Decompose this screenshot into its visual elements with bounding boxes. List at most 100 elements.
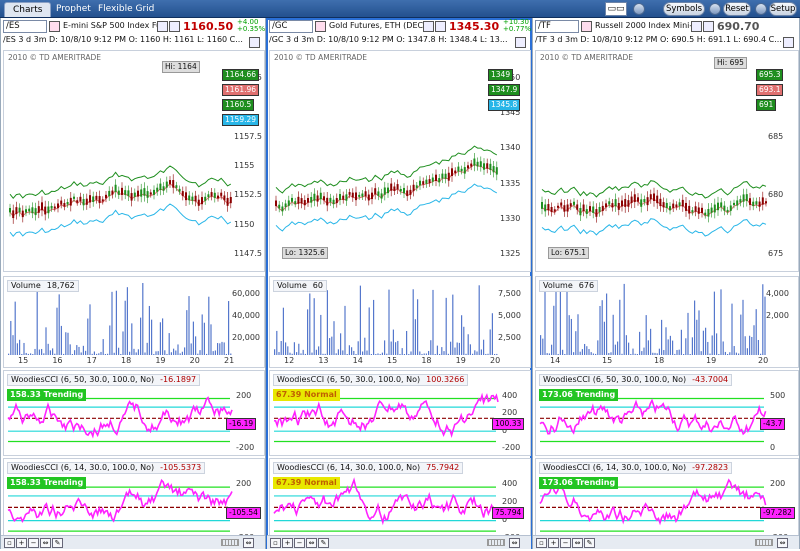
price-chart[interactable]: 2010 © TD AMERITRADE 1325 1330 1335 1340 1345… [269,50,531,272]
cci1-title: WoodiesCCI (6, 50, 30.0, 100.0, No) -16.1… [7,374,201,386]
reset-circle-icon[interactable] [709,3,721,15]
zoom-in-icon[interactable]: + [282,538,293,548]
zoom-out-icon[interactable]: − [294,538,305,548]
cci-axis-label: 200 [236,479,252,488]
zoom-reset-icon[interactable]: ▫ [270,538,281,548]
date-axis-label: 20 [189,356,200,365]
scroll-handle-icon[interactable] [487,539,505,546]
symbol-description: E-mini S&P 500 Index Fut... [63,21,159,30]
expand-arrows-icon[interactable]: ⇔ [243,538,254,548]
date-axis-label: 20 [490,356,501,365]
tab-flexible-grid[interactable]: Flexible Grid [90,2,162,17]
cci-axis-label: -200 [502,443,521,452]
zoom-reset-icon[interactable]: ▫ [536,538,547,548]
setup-circle-icon[interactable] [755,3,767,15]
volume-chart[interactable]: Volume 18,762 60,000 40,000 20,000 15 16 17 18 19… [3,276,265,368]
chart-style-icon[interactable] [691,21,702,32]
zoom-in-icon[interactable]: + [16,538,27,548]
price-axis-label: 1340 [500,143,521,153]
symbols-button[interactable]: Symbols [663,2,705,16]
cci1-title-text: WoodiesCCI (6, 50, 30.0, 100.0, No) [11,375,155,384]
chart-style-icon[interactable] [157,21,168,32]
zoom-out-icon[interactable]: − [560,538,571,548]
symbol-input[interactable]: /GC [269,20,313,33]
volume-axis-label: 60,000 [232,289,260,298]
band-price-label: 695.3 [756,69,784,81]
chart-panel-tf[interactable]: /TFRussell 2000 Index Mini-siz...690.70/… [532,18,800,549]
date-axis-label: 12 [284,356,295,365]
date-axis-label: 18 [121,356,132,365]
volume-title: Volume 676 [539,280,599,292]
tab-charts[interactable]: Charts [4,2,52,17]
volume-axis-label: 20,000 [232,333,260,342]
cci-axis-label: 0 [770,443,776,452]
cci-axis-label: 200 [502,408,518,418]
price-chart[interactable]: 2010 © TD AMERITRADE 1147.5 1150 1152.5 1155… [3,50,265,272]
band-price-label: 691 [756,99,777,111]
ohlc-info-bar: /TF 3 d 3m D: 10/8/10 9:12 PM O: 690.5 H… [535,35,782,44]
studies-icon[interactable] [169,21,180,32]
cci1-status-badge: 173.06 Trending [539,389,619,401]
high-label: Hi: 1164 [162,61,200,73]
date-axis-label: 14 [352,356,363,365]
scroll-handle-icon[interactable] [221,539,239,546]
cci-chart-14[interactable]: WoodiesCCI (6, 14, 30.0, 100.0, No) -97.2… [535,458,799,546]
studies-icon[interactable] [435,21,446,32]
cci-chart-14[interactable]: WoodiesCCI (6, 14, 30.0, 100.0, No) -105.… [3,458,265,546]
cci2-title: WoodiesCCI (6, 14, 30.0, 100.0, No) 75.79… [273,462,464,474]
cci-chart-50[interactable]: WoodiesCCI (6, 50, 30.0, 100.0, No) -43.7… [535,370,799,456]
price-axis-label: 1325 [500,249,521,258]
volume-chart[interactable]: Volume 60 7,500 5,000 2,500 12 13 14 15 18 19 20 [269,276,531,368]
volume-chart[interactable]: Volume 676 4,000 2,000 14 15 18 19 20 [535,276,799,368]
chart-panel-gc[interactable]: /GC Gold Futures, ETH (DEC$ 1345.30 +10.30 +… [266,18,532,549]
cci-chart-50[interactable]: WoodiesCCI (6, 50, 30.0, 100.0, No) 100.3… [269,370,531,456]
zoom-in-icon[interactable]: + [548,538,559,548]
zoom-out-icon[interactable]: − [28,538,39,548]
band-price-label: 1160.5 [222,99,255,111]
volume-title-text: Volume [11,281,41,290]
prev-circle-button[interactable] [633,3,645,15]
zoom-fit-icon[interactable]: ⇔ [40,538,51,548]
scroll-handle-icon[interactable] [755,539,773,546]
low-label: Lo: 1325.6 [282,247,328,259]
date-axis-label: 13 [318,356,329,365]
reset-button[interactable]: Reset [723,2,751,16]
drawing-icon[interactable]: ✎ [318,538,329,548]
chart-settings-icon[interactable] [515,37,526,48]
cci2-title: WoodiesCCI (6, 14, 30.0, 100.0, No) -97.2… [539,462,733,474]
drawing-icon[interactable]: ✎ [52,538,63,548]
cci2-last-label: -97.282 [760,507,795,520]
grid-layout-icon[interactable]: ▭▭ [605,2,627,16]
chart-panel-es[interactable]: /ESE-mini S&P 500 Index Fut...1160.50+4.… [0,18,266,549]
chart-settings-icon[interactable] [783,37,794,48]
studies-icon[interactable] [703,21,714,32]
cci1-last-label: -43.7 [760,418,786,431]
expand-arrows-icon[interactable]: ⇔ [509,538,520,548]
drawing-icon[interactable]: ✎ [584,538,595,548]
band-price-label: 1345.8 [488,99,521,111]
watermark: 2010 © TD AMERITRADE [540,53,633,62]
setup-button[interactable]: Setup [769,2,797,16]
price-chart[interactable]: 2010 © TD AMERITRADE675680685690Hi: 695L… [535,50,799,272]
chart-settings-icon[interactable] [249,37,260,48]
cci-chart-50[interactable]: WoodiesCCI (6, 50, 30.0, 100.0, No) -16.1… [3,370,265,456]
symbol-input[interactable]: /TF [535,20,579,33]
chart-style-icon[interactable] [423,21,434,32]
cci1-status-badge: 158.33 Trending [7,389,87,401]
date-axis-label: 19 [706,356,717,365]
price-axis-label: 1157.5 [234,131,262,141]
expand-arrows-icon[interactable]: ⇔ [777,538,788,548]
cci-axis-label: 500 [770,391,786,400]
cci2-title-value: -97.2823 [692,463,729,472]
volume-title-text: Volume [543,281,573,290]
cci-axis-label: 400 [502,479,518,488]
symbol-description: Gold Futures, ETH (DEC$ [329,21,425,30]
symbol-input[interactable]: /ES [3,20,47,33]
panel-header: /ESE-mini S&P 500 Index Fut...1160.50+4.… [3,19,265,34]
zoom-reset-icon[interactable]: ▫ [4,538,15,548]
cci-chart-14[interactable]: WoodiesCCI (6, 14, 30.0, 100.0, No) 75.79… [269,458,531,546]
zoom-fit-icon[interactable]: ⇔ [306,538,317,548]
zoom-fit-icon[interactable]: ⇔ [572,538,583,548]
symbol-flag-icon [49,21,60,32]
high-label: Hi: 695 [714,57,747,69]
